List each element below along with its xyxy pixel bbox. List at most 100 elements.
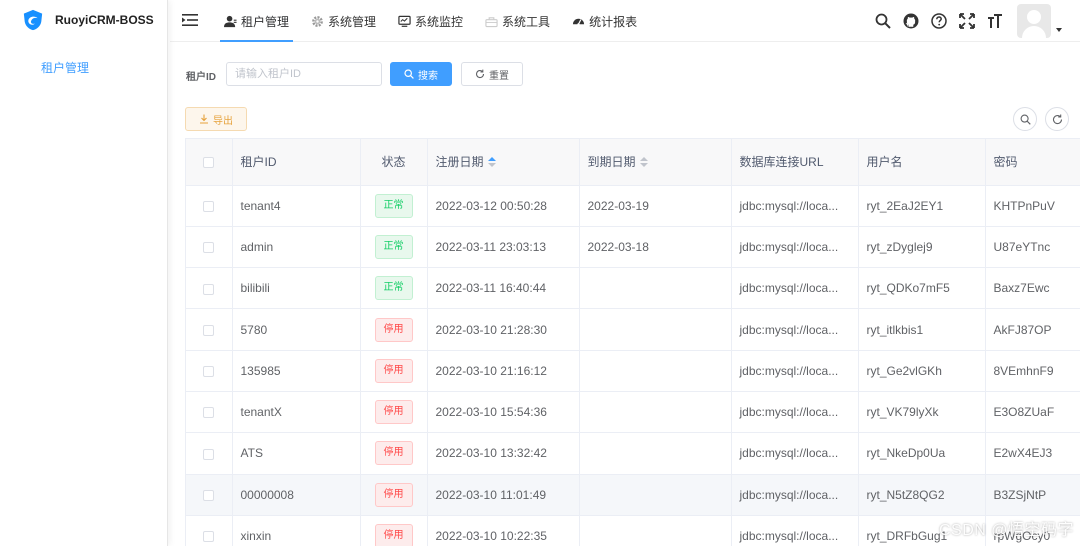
table-header-row: 租户ID 状态 注册日期 到期日期 数据库连接URL 用户名 密码 (186, 139, 1080, 186)
row-select-cell (186, 474, 233, 516)
toolbox-icon (485, 16, 498, 27)
search-icon (1020, 114, 1031, 125)
avatar-body (1022, 26, 1046, 38)
cell-status: 停用 (360, 474, 428, 516)
avatar[interactable] (1017, 4, 1051, 38)
sort-icon[interactable] (487, 157, 496, 169)
app-title: RuoyiCRM-BOSS (55, 13, 154, 27)
cell-expire-date (579, 308, 732, 351)
row-checkbox[interactable] (203, 283, 215, 295)
column-header-password: 密码 (985, 139, 1080, 186)
cell-db-url: jdbc:mysql://loca... (731, 432, 859, 475)
status-badge: 正常 (374, 193, 413, 218)
table-row[interactable]: ATS 停用 2022-03-10 13:32:42 jdbc:mysql://loc… (186, 432, 1080, 475)
refresh-table-button[interactable] (1045, 107, 1069, 131)
cell-password: U87eYTnc (985, 226, 1080, 269)
cell-password: E3O8ZUaF (985, 391, 1080, 434)
status-badge: 停用 (374, 317, 413, 342)
cell-tenant-id: 00000008 (232, 474, 361, 516)
cell-db-url: jdbc:mysql://loca... (731, 474, 859, 516)
column-header-label: 注册日期 (435, 155, 484, 170)
reset-button[interactable]: 重置 (461, 62, 523, 86)
avatar-head (1027, 10, 1041, 24)
table-row[interactable]: bilibili 正常 2022-03-11 16:40:44 jdbc:mysql:… (186, 267, 1080, 310)
row-select-cell (186, 267, 233, 310)
cell-status: 停用 (360, 308, 428, 351)
question-icon[interactable] (931, 13, 947, 29)
cell-username: ryt_NkeDp0Ua (858, 432, 986, 475)
cell-db-url: jdbc:mysql://loca... (731, 308, 859, 351)
app-logo[interactable]: RuoyiCRM-BOSS (0, 0, 167, 40)
cell-expire-date (579, 350, 732, 392)
tab-system-management[interactable]: 系统管理 (307, 0, 380, 42)
cell-password: KHTPnPuV (985, 185, 1080, 227)
tab-tenant-management[interactable]: 租户管理 (220, 0, 294, 42)
table-row[interactable]: tenantX 停用 2022-03-10 15:54:36 jdbc:mysql:/… (186, 391, 1080, 434)
tab-label: 系统监控 (415, 14, 464, 29)
cell-tenant-id: 135985 (232, 350, 361, 392)
tab-statistics-reports[interactable]: 统计报表 (568, 0, 641, 42)
export-button[interactable]: 导出 (185, 107, 247, 131)
cell-status: 正常 (360, 185, 428, 227)
cell-password: B3ZSjNtP (985, 474, 1080, 516)
cell-db-url: jdbc:mysql://loca... (731, 350, 859, 392)
cell-expire-date: 2022-03-18 (579, 226, 732, 269)
table-body: tenant4 正常 2022-03-12 00:50:28 2022-03-19 jd… (186, 185, 1080, 546)
sidebar-item-tenant-management[interactable]: 租户管理 (41, 59, 89, 76)
row-checkbox[interactable] (203, 200, 215, 212)
font-size-icon[interactable] (987, 13, 1003, 29)
search-button[interactable]: 搜索 (390, 62, 452, 86)
table-row[interactable]: tenant4 正常 2022-03-12 00:50:28 2022-03-19 jd… (186, 185, 1080, 227)
row-checkbox[interactable] (203, 531, 215, 543)
github-icon[interactable] (903, 13, 919, 29)
fullscreen-icon[interactable] (959, 13, 975, 29)
toggle-search-button[interactable] (1013, 107, 1037, 131)
cell-register-date: 2022-03-10 11:01:49 (427, 474, 580, 516)
shield-logo-icon (23, 9, 43, 31)
tab-label: 系统管理 (328, 14, 377, 29)
cell-status: 停用 (360, 391, 428, 434)
cell-tenant-id: tenantX (232, 391, 361, 434)
table-row[interactable]: 00000008 停用 2022-03-10 11:01:49 jdbc:mysql:… (186, 474, 1080, 516)
select-all-checkbox[interactable] (203, 157, 215, 169)
row-select-cell (186, 308, 233, 351)
export-button-label: 导出 (213, 115, 233, 127)
sort-icon[interactable] (639, 157, 648, 169)
cell-status: 停用 (360, 350, 428, 392)
cell-register-date: 2022-03-10 21:16:12 (427, 350, 580, 392)
refresh-icon (1052, 114, 1062, 124)
row-checkbox[interactable] (203, 448, 215, 460)
table-row[interactable]: 135985 停用 2022-03-10 21:16:12 jdbc:mysql://… (186, 350, 1080, 392)
column-header-register-date[interactable]: 注册日期 (427, 139, 580, 186)
row-select-cell (186, 515, 233, 546)
column-header-expire-date[interactable]: 到期日期 (579, 139, 732, 186)
row-checkbox[interactable] (203, 242, 215, 254)
cell-status: 停用 (360, 515, 428, 546)
cell-register-date: 2022-03-11 16:40:44 (427, 267, 580, 310)
chevron-down-icon[interactable] (1056, 28, 1062, 32)
cell-register-date: 2022-03-10 10:22:35 (427, 515, 580, 546)
cell-register-date: 2022-03-12 00:50:28 (427, 185, 580, 227)
table-row[interactable]: 5780 停用 2022-03-10 21:28:30 jdbc:mysql://lo… (186, 308, 1080, 351)
row-checkbox[interactable] (203, 407, 215, 419)
row-checkbox[interactable] (203, 366, 215, 378)
status-badge: 停用 (374, 358, 413, 383)
tab-system-tools[interactable]: 系统工具 (481, 0, 554, 42)
row-checkbox[interactable] (203, 324, 215, 336)
tab-label: 统计报表 (589, 14, 638, 29)
tab-system-monitor[interactable]: 系统监控 (394, 0, 467, 42)
column-header-username: 用户名 (858, 139, 986, 186)
status-badge: 停用 (374, 482, 413, 507)
row-select-cell (186, 185, 233, 227)
cell-status: 正常 (360, 226, 428, 269)
tenant-id-input[interactable] (226, 62, 382, 86)
tenant-table: 租户ID 状态 注册日期 到期日期 数据库连接URL 用户名 密码 tenant… (185, 138, 1080, 546)
hamburger-icon[interactable] (182, 13, 198, 27)
cell-register-date: 2022-03-10 13:32:42 (427, 432, 580, 475)
cell-password: E2wX4EJ3 (985, 432, 1080, 475)
row-checkbox[interactable] (203, 490, 215, 502)
sidebar: RuoyiCRM-BOSS 租户管理 (0, 0, 168, 546)
table-row[interactable]: admin 正常 2022-03-11 23:03:13 2022-03-18 jdbc… (186, 226, 1080, 269)
cell-tenant-id: xinxin (232, 515, 361, 546)
search-icon[interactable] (875, 13, 891, 29)
